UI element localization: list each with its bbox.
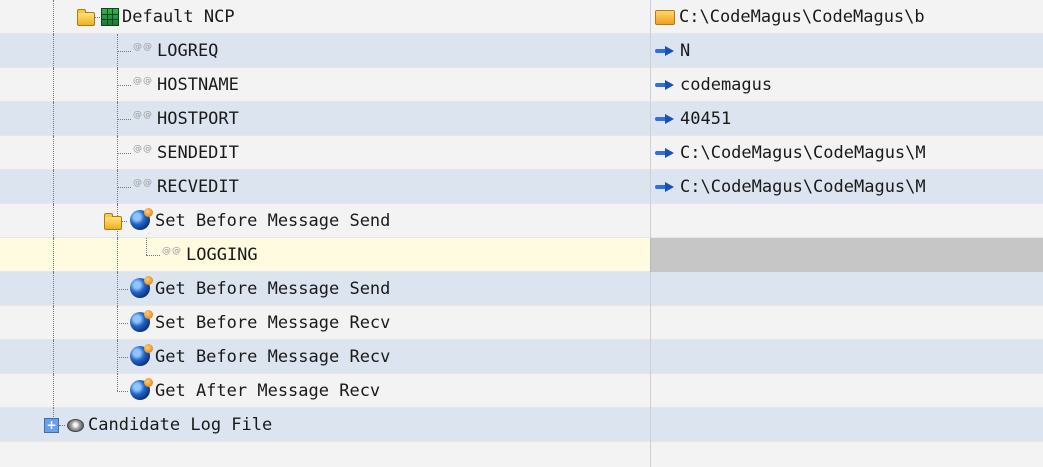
tree-row-get-before-message-recv[interactable]: Get Before Message Recv — [0, 340, 1043, 374]
tree-guide-line — [53, 340, 54, 374]
tree-label: LOGGING — [186, 245, 258, 265]
expand-plus-icon[interactable]: + — [44, 418, 59, 433]
parameter-icon: @@ — [133, 76, 153, 86]
value-text: C:\CodeMagus\CodeMagus\M — [680, 177, 926, 197]
parameter-icon: @@ — [133, 42, 153, 52]
value-cell[interactable]: 40451 — [650, 102, 1043, 136]
exit-globe-icon — [130, 378, 153, 400]
tree-row-default-ncp[interactable]: Default NCP C:\CodeMagus\CodeMagus\b — [0, 0, 1043, 34]
log-disc-icon — [67, 419, 84, 432]
value-cell[interactable]: C:\CodeMagus\CodeMagus\M — [650, 170, 1043, 204]
tree-guide-line — [53, 204, 54, 238]
parameter-icon: @@ — [133, 110, 153, 120]
folder-value-icon — [655, 9, 675, 25]
tree-row-logging[interactable]: @@ LOGGING — [0, 238, 1043, 272]
tree-connector — [117, 357, 128, 358]
tree-label: Candidate Log File — [88, 415, 273, 435]
tree-connector — [117, 289, 128, 290]
value-cell[interactable]: N — [650, 34, 1043, 68]
tree-label: RECVEDIT — [157, 177, 239, 197]
tree-guide-line — [53, 68, 54, 102]
value-text: codemagus — [680, 75, 773, 95]
tree-label: Get Before Message Send — [155, 279, 391, 299]
tree-row-logreq[interactable]: @@ LOGREQ N — [0, 34, 1043, 68]
tree-row-candidate-log-file[interactable]: + Candidate Log File — [0, 408, 1043, 442]
tree-label: Default NCP — [122, 7, 235, 27]
folder-open-icon[interactable] — [104, 213, 122, 230]
arrow-right-icon — [655, 46, 677, 56]
arrow-right-icon — [655, 80, 677, 90]
tree-guide-line — [53, 306, 54, 340]
tree-row-get-after-message-recv[interactable]: Get After Message Recv — [0, 374, 1043, 408]
arrow-right-icon — [655, 148, 677, 158]
arrow-right-icon — [655, 182, 677, 192]
parameter-icon: @@ — [162, 246, 182, 256]
ncp-tree-view: Default NCP C:\CodeMagus\CodeMagus\b @@ … — [0, 0, 1043, 467]
tree-row-set-before-message-recv[interactable]: Set Before Message Recv — [0, 306, 1043, 340]
tree-label: Get After Message Recv — [155, 381, 381, 401]
tree-connector — [117, 391, 128, 392]
tree-guide-line — [53, 0, 54, 34]
value-text: 40451 — [680, 109, 732, 129]
tree-label: HOSTPORT — [157, 109, 239, 129]
value-cell[interactable]: C:\CodeMagus\CodeMagus\M — [650, 136, 1043, 170]
tree-connector — [117, 153, 131, 154]
value-cell[interactable] — [650, 340, 1043, 374]
tree-connector — [59, 425, 65, 426]
value-cell — [650, 442, 1043, 467]
tree-guide-line — [53, 136, 54, 170]
tree-row-get-before-message-send[interactable]: Get Before Message Send — [0, 272, 1043, 306]
value-text: N — [680, 41, 691, 61]
value-cell[interactable] — [650, 408, 1043, 442]
tree-guide-line — [117, 374, 118, 391]
tree-row-partial — [0, 442, 1043, 467]
folder-open-icon[interactable] — [77, 9, 95, 26]
exit-globe-icon — [130, 276, 153, 298]
value-cell[interactable] — [650, 204, 1043, 238]
exit-globe-icon — [130, 344, 153, 366]
value-cell[interactable]: codemagus — [650, 68, 1043, 102]
tree-guide-line — [146, 238, 147, 255]
value-cell[interactable] — [650, 272, 1043, 306]
tree-label: Set Before Message Recv — [155, 313, 391, 333]
tree-row-hostname[interactable]: @@ HOSTNAME codemagus — [0, 68, 1043, 102]
arrow-right-icon — [655, 114, 677, 124]
tree-guide-line — [53, 170, 54, 204]
tree-label: SENDEDIT — [157, 143, 239, 163]
tree-guide-line — [53, 238, 54, 272]
ncp-grid-icon — [101, 8, 119, 26]
tree-guide-line — [53, 272, 54, 306]
value-text: C:\CodeMagus\CodeMagus\b — [679, 7, 925, 27]
tree-row-set-before-message-send[interactable]: Set Before Message Send — [0, 204, 1043, 238]
tree-label: LOGREQ — [157, 41, 219, 61]
tree-connector — [117, 119, 131, 120]
value-cell[interactable] — [650, 238, 1043, 272]
tree-row-hostport[interactable]: @@ HOSTPORT 40451 — [0, 102, 1043, 136]
tree-connector — [117, 187, 131, 188]
tree-label: Set Before Message Send — [155, 211, 391, 231]
value-cell[interactable] — [650, 306, 1043, 340]
tree-row-recvedit[interactable]: @@ RECVEDIT C:\CodeMagus\CodeMagus\M — [0, 170, 1043, 204]
tree-connector — [117, 323, 128, 324]
tree-label: Get Before Message Recv — [155, 347, 391, 367]
tree-guide-line — [53, 374, 54, 408]
tree-connector — [146, 255, 160, 256]
tree-connector — [94, 17, 100, 18]
tree-label: HOSTNAME — [157, 75, 239, 95]
value-cell[interactable]: C:\CodeMagus\CodeMagus\b — [650, 0, 1043, 34]
tree-row-sendedit[interactable]: @@ SENDEDIT C:\CodeMagus\CodeMagus\M — [0, 136, 1043, 170]
value-cell[interactable] — [650, 374, 1043, 408]
value-text: C:\CodeMagus\CodeMagus\M — [680, 143, 926, 163]
tree-connector — [117, 85, 131, 86]
tree-guide-line — [53, 34, 54, 68]
parameter-icon: @@ — [133, 178, 153, 188]
tree-connector — [117, 51, 131, 52]
exit-globe-icon — [130, 310, 153, 332]
tree-guide-line — [53, 102, 54, 136]
exit-globe-icon — [130, 208, 153, 230]
tree-connector — [121, 221, 127, 222]
parameter-icon: @@ — [133, 144, 153, 154]
tree-guide-line — [117, 238, 118, 272]
